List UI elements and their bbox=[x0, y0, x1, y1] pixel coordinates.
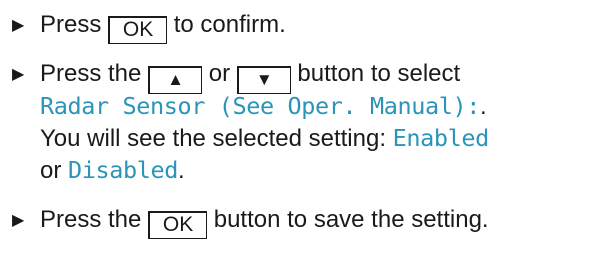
step-text: button to select bbox=[297, 60, 461, 87]
step-text: Press the bbox=[40, 60, 142, 87]
step-text: or bbox=[208, 60, 231, 87]
step-select-setting: ▶ Press the ▲ or ▼ button to select Radar… bbox=[12, 58, 489, 186]
step-text: to confirm. bbox=[173, 11, 286, 38]
step-text: button to save the setting. bbox=[213, 206, 489, 233]
step-text: . bbox=[479, 93, 487, 120]
step-save: ▶ Press the OK button to save the setting… bbox=[12, 204, 489, 239]
ok-key: OK bbox=[108, 16, 168, 44]
display-option-enabled: Enabled bbox=[392, 124, 490, 152]
bullet-arrow-icon: ▶ bbox=[12, 66, 25, 83]
step-text: Press the bbox=[40, 206, 142, 233]
step-text: . bbox=[178, 157, 185, 184]
ok-key: OK bbox=[148, 211, 208, 239]
step-text: or bbox=[40, 157, 62, 184]
bullet-arrow-icon: ▶ bbox=[12, 212, 25, 229]
display-setting-name: Radar Sensor (See Oper. Manual): bbox=[40, 92, 480, 120]
bullet-arrow-icon: ▶ bbox=[12, 17, 25, 34]
step-text: You will see the selected setting: bbox=[40, 125, 386, 152]
step-text: Press bbox=[40, 11, 102, 38]
instruction-steps: ▶ Press OK to confirm. ▶ Press the ▲ or ▼ … bbox=[0, 0, 600, 255]
step-confirm: ▶ Press OK to confirm. bbox=[12, 9, 286, 44]
display-option-disabled: Disabled bbox=[68, 156, 179, 184]
